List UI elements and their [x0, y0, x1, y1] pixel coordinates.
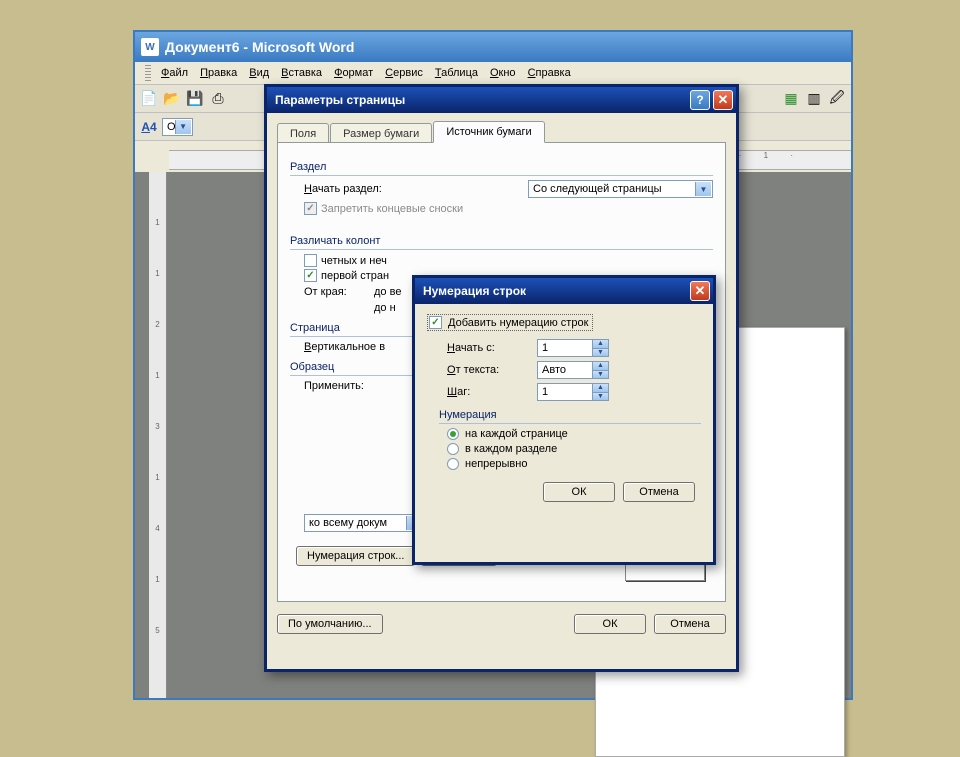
checkbox-icon: ✓: [429, 316, 442, 329]
start-at-spinner[interactable]: 1 ▲▼: [537, 339, 609, 357]
style-icon[interactable]: A4: [139, 117, 159, 137]
menu-format[interactable]: Формат: [334, 67, 373, 79]
menu-file[interactable]: Файл: [161, 67, 188, 79]
apply-to-combo[interactable]: ко всему докум ▼: [304, 514, 424, 532]
page-setup-title: Параметры страницы: [275, 93, 405, 107]
line-numbers-titlebar[interactable]: Нумерация строк ✕: [415, 278, 713, 304]
radio-icon: [447, 458, 459, 470]
line-numbers-title: Нумерация строк: [423, 284, 526, 298]
checkbox-icon: ✓: [304, 269, 317, 282]
dropdown-arrow-icon[interactable]: ▼: [175, 120, 191, 134]
vertical-ruler: 1 1 2 1 3 1 4 1 5: [149, 172, 167, 698]
to-footer-label: до н: [374, 302, 396, 314]
step-label: Шаг:: [447, 386, 537, 398]
suppress-endnotes-checkbox: ✓ Запретить концевые сноски: [304, 202, 713, 215]
start-section-label: Начать раздел:: [304, 183, 434, 195]
word-title: Документ6 - Microsoft Word: [165, 39, 354, 55]
ok-button[interactable]: ОК: [574, 614, 646, 634]
headers-group-label: Различать колонт: [290, 235, 713, 250]
start-section-combo[interactable]: Со следующей страницы ▼: [528, 180, 713, 198]
help-button[interactable]: ?: [690, 90, 710, 110]
spin-down-icon[interactable]: ▼: [593, 349, 608, 357]
new-doc-icon[interactable]: 📄: [139, 89, 159, 109]
add-line-numbering-checkbox[interactable]: ✓ Добавить нумерацию строк: [427, 314, 593, 331]
menu-help[interactable]: Справка: [528, 67, 571, 79]
spin-down-icon[interactable]: ▼: [593, 393, 608, 401]
tabs: Поля Размер бумаги Источник бумаги: [277, 121, 726, 143]
close-icon[interactable]: ✕: [713, 90, 733, 110]
chevron-down-icon[interactable]: ▼: [695, 182, 711, 196]
menu-bar[interactable]: Файл Правка Вид Вставка Формат Сервис Та…: [135, 62, 851, 85]
columns-icon[interactable]: ▥: [804, 89, 824, 109]
save-icon[interactable]: 💾: [185, 89, 205, 109]
menu-view[interactable]: Вид: [249, 67, 269, 79]
spin-up-icon[interactable]: ▲: [593, 384, 608, 393]
page-setup-titlebar[interactable]: Параметры страницы ? ✕: [267, 87, 736, 113]
radio-icon: [447, 443, 459, 455]
apply-to-label: Применить:: [304, 380, 364, 510]
from-edge-label: От края:: [304, 286, 374, 298]
excel-icon[interactable]: ▦: [781, 89, 801, 109]
section-group-label: Раздел: [290, 161, 713, 176]
even-odd-checkbox[interactable]: четных и неч: [304, 254, 713, 267]
step-spinner[interactable]: 1 ▲▼: [537, 383, 609, 401]
menu-table[interactable]: Таблица: [435, 67, 478, 79]
default-button[interactable]: По умолчанию...: [277, 614, 383, 634]
line-numbers-dialog: Нумерация строк ✕ ✓ Добавить нумерацию с…: [412, 275, 716, 565]
tab-paper-source[interactable]: Источник бумаги: [433, 121, 544, 143]
spin-up-icon[interactable]: ▲: [593, 362, 608, 371]
close-icon[interactable]: ✕: [690, 281, 710, 301]
radio-each-page[interactable]: на каждой странице: [447, 428, 701, 440]
start-at-label: Начать с:: [447, 342, 537, 354]
menu-insert[interactable]: Вставка: [281, 67, 322, 79]
spin-up-icon[interactable]: ▲: [593, 340, 608, 349]
spin-down-icon[interactable]: ▼: [593, 371, 608, 379]
word-titlebar: W Документ6 - Microsoft Word: [135, 32, 851, 62]
page-setup-footer: По умолчанию... ОК Отмена: [267, 610, 736, 642]
numbering-group-label: Нумерация: [439, 409, 701, 424]
from-text-label: От текста:: [447, 364, 537, 376]
radio-icon: [447, 428, 459, 440]
menu-tools[interactable]: Сервис: [385, 67, 423, 79]
tab-margins[interactable]: Поля: [277, 123, 329, 144]
to-header-label: до ве: [374, 286, 401, 298]
drawing-icon[interactable]: 🖉: [827, 89, 847, 109]
cancel-button[interactable]: Отмена: [654, 614, 726, 634]
open-icon[interactable]: 📂: [162, 89, 182, 109]
radio-each-section[interactable]: в каждом разделе: [447, 443, 701, 455]
line-numbers-button[interactable]: Нумерация строк...: [296, 546, 415, 566]
radio-continuous[interactable]: непрерывно: [447, 458, 701, 470]
ln-ok-button[interactable]: ОК: [543, 482, 615, 502]
checkbox-icon: [304, 254, 317, 267]
tab-paper-size[interactable]: Размер бумаги: [330, 123, 432, 144]
print-icon[interactable]: ⎙: [208, 89, 228, 109]
menu-edit[interactable]: Правка: [200, 67, 237, 79]
toolbar-grip-icon: [145, 65, 151, 81]
word-app-icon: W: [141, 38, 159, 56]
from-text-spinner[interactable]: Авто ▲▼: [537, 361, 609, 379]
checkbox-icon: ✓: [304, 202, 317, 215]
ln-cancel-button[interactable]: Отмена: [623, 482, 695, 502]
font-combo[interactable]: О ▼: [162, 118, 193, 136]
menu-window[interactable]: Окно: [490, 67, 516, 79]
